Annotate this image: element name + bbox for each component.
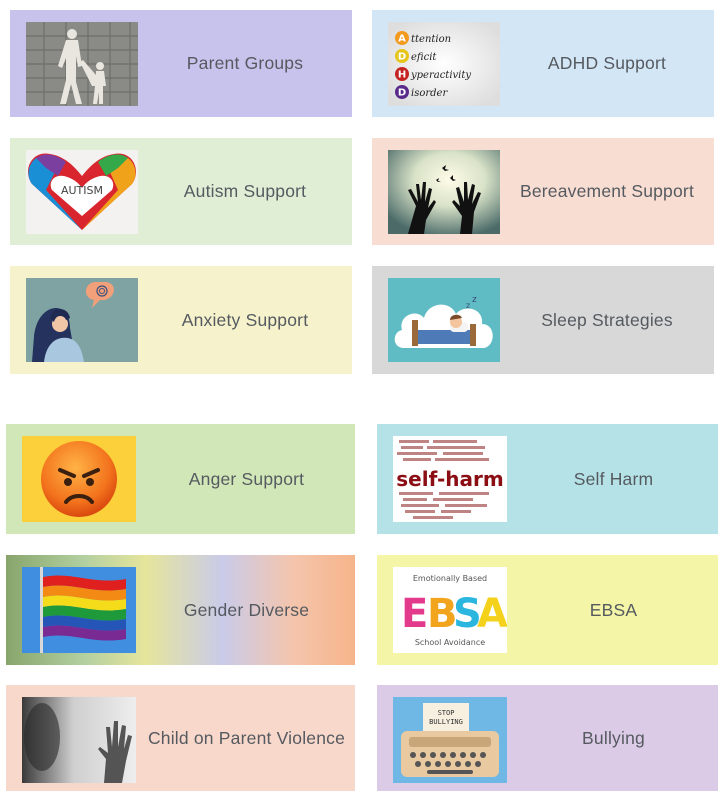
anxiety-image [26, 278, 138, 362]
svg-text:A: A [398, 34, 406, 45]
adhd-image: AD HD ttention eficit yperactivity isord… [388, 22, 500, 106]
svg-text:STOP: STOP [438, 709, 455, 717]
svg-text:A: A [477, 591, 507, 637]
ebsa-bottom-text: School Avoidance [415, 638, 485, 647]
tile-label: EBSA [589, 599, 638, 620]
self-harm-image: self-harm [393, 436, 507, 522]
svg-text:z: z [466, 301, 470, 310]
tile-anxiety-support[interactable]: Anxiety Support [10, 266, 352, 374]
tile-ebsa[interactable]: Emotionally Based E B S A School Avoidan… [377, 555, 718, 665]
tile-gender-diverse[interactable]: Gender Diverse [6, 555, 355, 665]
adhd-text-a: ttention [411, 34, 451, 45]
rainbow-flag-image [22, 567, 136, 653]
adhd-text-h: yperactivity [410, 70, 471, 81]
tile-label: Self Harm [573, 468, 654, 489]
autism-image: AUTISM [26, 150, 138, 234]
tile-self-harm[interactable]: self-harm Self Harm [377, 424, 718, 534]
tile-parent-groups[interactable]: Parent Groups [10, 10, 352, 117]
tile-label: Anxiety Support [181, 309, 309, 330]
ebsa-top-text: Emotionally Based [413, 574, 487, 583]
bereavement-image [388, 150, 500, 234]
ebsa-image: Emotionally Based E B S A School Avoidan… [393, 567, 507, 653]
autism-text: AUTISM [61, 184, 103, 197]
parent-groups-image [26, 22, 138, 106]
sleep-image: z z [388, 278, 500, 362]
tile-label: Anger Support [188, 468, 305, 489]
tile-label: Sleep Strategies [541, 309, 673, 330]
bullying-image: STOP BULLYING [393, 697, 507, 783]
tile-label: Gender Diverse [183, 599, 310, 620]
svg-text:H: H [398, 70, 406, 81]
svg-text:E: E [401, 591, 428, 637]
adhd-text-d: eficit [411, 52, 437, 63]
svg-text:z: z [472, 295, 477, 305]
tile-label: ADHD Support [547, 53, 667, 73]
tile-label: Bereavement Support [519, 181, 695, 201]
tile-label: Parent Groups [186, 53, 304, 73]
tile-bullying[interactable]: STOP BULLYING Bullying [377, 685, 718, 791]
tile-child-on-parent-violence[interactable]: Child on Parent Violence [6, 685, 355, 791]
tile-autism-support[interactable]: AUTISM Autism Support [10, 138, 352, 245]
tile-label: Bullying [582, 727, 645, 748]
child-on-parent-violence-image [22, 697, 136, 783]
self-harm-text: self-harm [396, 467, 503, 491]
anger-image [22, 436, 136, 522]
svg-text:D: D [398, 52, 406, 63]
tile-label: Autism Support [183, 181, 307, 201]
adhd-text-d2: isorder [411, 88, 448, 99]
tile-bereavement-support[interactable]: Bereavement Support [372, 138, 714, 245]
tile-adhd-support[interactable]: AD HD ttention eficit yperactivity isord… [372, 10, 714, 117]
tile-sleep-strategies[interactable]: z z Sleep Strategies [372, 266, 714, 374]
svg-text:BULLYING: BULLYING [429, 718, 463, 726]
svg-text:D: D [398, 88, 406, 99]
tile-anger-support[interactable]: Anger Support [6, 424, 355, 534]
tile-label: Child on Parent Violence [147, 727, 346, 748]
